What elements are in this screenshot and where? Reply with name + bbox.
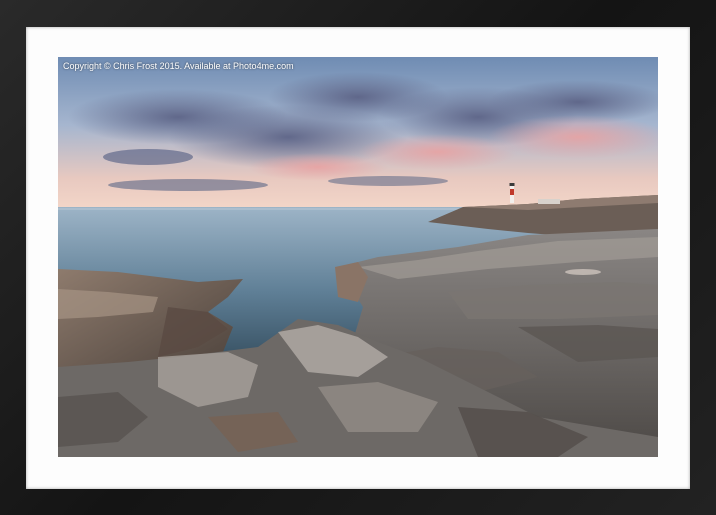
- coastal-lighthouse-scene: [58, 57, 658, 457]
- copyright-watermark: Copyright © Chris Frost 2015. Available …: [63, 61, 294, 71]
- seascape-photo: Copyright © Chris Frost 2015. Available …: [58, 57, 658, 457]
- lighthouse: [509, 183, 515, 203]
- picture-frame: Copyright © Chris Frost 2015. Available …: [0, 0, 716, 515]
